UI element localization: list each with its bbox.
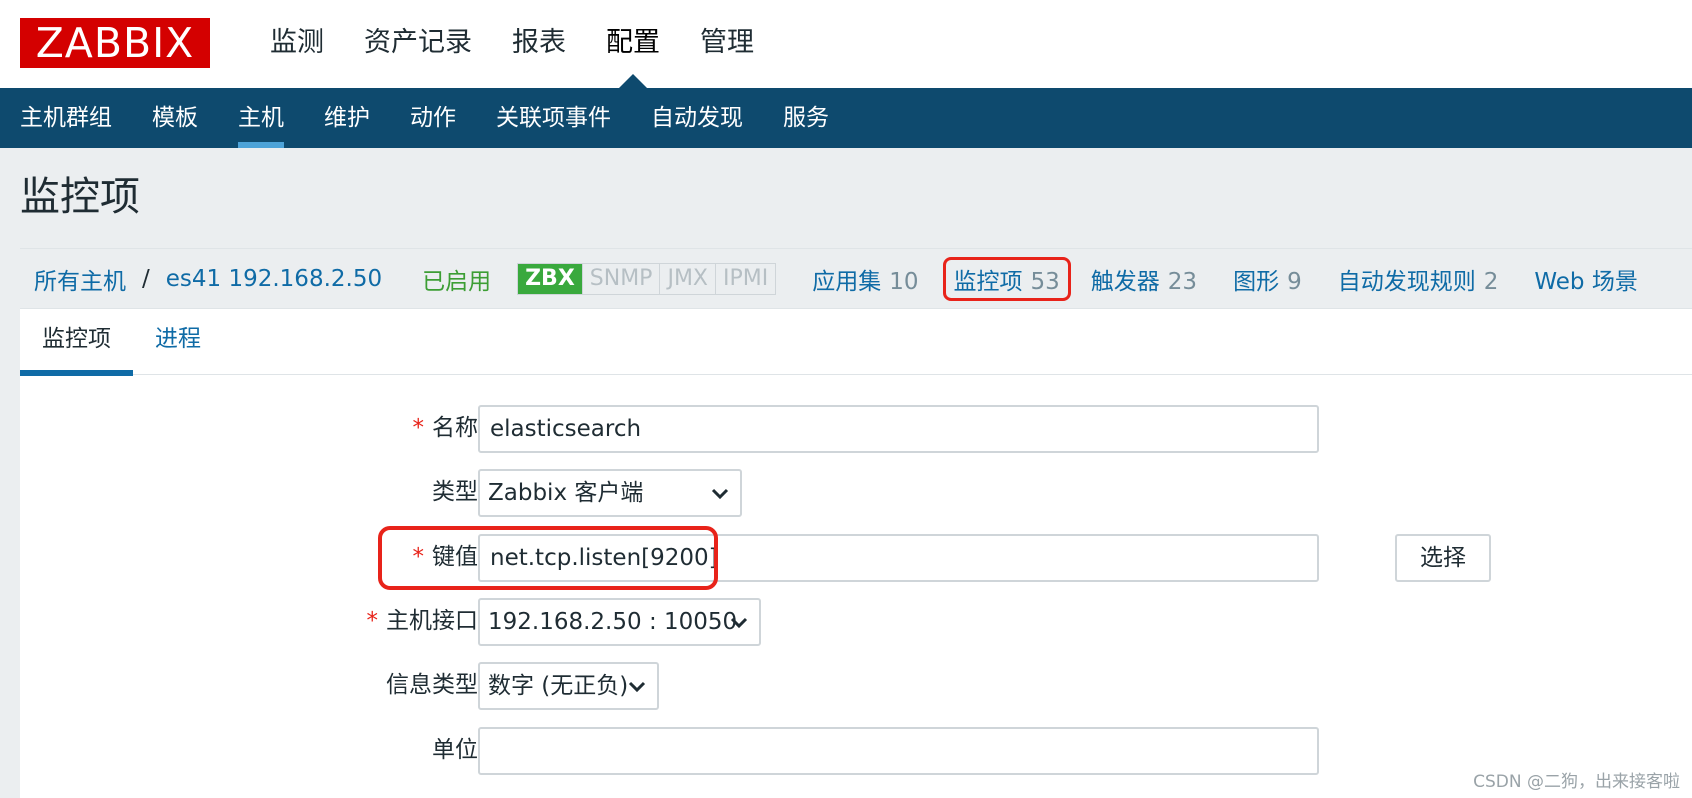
- key-label: * 键值: [413, 534, 479, 582]
- tab-item[interactable]: 监控项: [20, 309, 133, 376]
- info-type-select[interactable]: 数字 (无正负): [478, 662, 659, 710]
- main-nav-reports[interactable]: 报表: [492, 0, 586, 88]
- availability-zbx: ZBX: [518, 263, 582, 294]
- host-status-enabled[interactable]: 已启用: [422, 262, 491, 296]
- form-row-units: 单位: [20, 727, 1692, 775]
- sub-nav: 主机群组 模板 主机 维护 动作 关联项事件 自动发现 服务: [0, 88, 1692, 148]
- page-title: 监控项: [20, 174, 140, 220]
- form-row-name: * 名称 elasticsearch: [20, 405, 1692, 453]
- tab-label: 图形: [1233, 268, 1280, 295]
- tab-preprocessing[interactable]: 进程: [133, 309, 223, 375]
- subnav-host-groups[interactable]: 主机群组: [0, 88, 132, 148]
- chevron-down-icon: [628, 681, 646, 693]
- availability-indicators: ZBX SNMP JMX IPMI: [517, 262, 777, 295]
- units-label: 单位: [432, 737, 478, 763]
- form-row-interface: * 主机接口 192.168.2.50 : 10050: [20, 598, 1692, 646]
- subnav-services[interactable]: 服务: [763, 88, 849, 148]
- item-form-panel: 监控项 进程 * 名称 elasticsearch 类型 Zabbix 客户端 *…: [20, 308, 1692, 798]
- subnav-discovery[interactable]: 自动发现: [631, 88, 763, 148]
- zabbix-logo[interactable]: ZABBIX: [20, 18, 210, 68]
- tab-label: 应用集: [812, 268, 882, 295]
- info-type-select-value: 数字 (无正负): [488, 673, 629, 699]
- host-tab-applications[interactable]: 应用集 10: [812, 262, 918, 296]
- subnav-hosts[interactable]: 主机: [218, 88, 304, 148]
- main-nav-configuration[interactable]: 配置: [586, 0, 680, 88]
- select-key-button[interactable]: 选择: [1395, 534, 1491, 582]
- tab-label: 触发器: [1090, 268, 1160, 295]
- tab-count: 9: [1287, 268, 1302, 295]
- name-label: * 名称: [413, 405, 479, 453]
- interface-label: * 主机接口: [367, 598, 479, 646]
- subnav-templates[interactable]: 模板: [132, 88, 218, 148]
- breadcrumb: 所有主机 / es41 192.168.2.50 已启用 ZBX SNMP JM…: [20, 248, 1692, 308]
- breadcrumb-all-hosts[interactable]: 所有主机: [34, 262, 126, 296]
- breadcrumb-host[interactable]: es41 192.168.2.50: [166, 266, 382, 292]
- subnav-event-correlation[interactable]: 关联项事件: [476, 88, 631, 148]
- interface-label-text: 主机接口: [386, 608, 478, 634]
- chevron-down-icon: [711, 488, 729, 500]
- host-tab-discovery-rules[interactable]: 自动发现规则 2: [1338, 262, 1499, 296]
- main-nav-inventory[interactable]: 资产记录: [344, 0, 492, 88]
- tab-count: 23: [1167, 268, 1198, 295]
- form-tabs: 监控项 进程: [20, 309, 1692, 376]
- name-label-text: 名称: [432, 415, 478, 441]
- tab-label: Web 场景: [1534, 268, 1638, 295]
- key-label-text: 键值: [432, 544, 478, 570]
- form-row-info-type: 信息类型 数字 (无正负): [20, 662, 1692, 710]
- type-select-value: Zabbix 客户端: [488, 480, 644, 506]
- subnav-actions[interactable]: 动作: [390, 88, 476, 148]
- subnav-maintenance[interactable]: 维护: [304, 88, 390, 148]
- required-mark: *: [412, 544, 425, 570]
- required-mark: *: [366, 608, 379, 634]
- availability-snmp: SNMP: [581, 263, 660, 294]
- units-input[interactable]: [478, 727, 1319, 775]
- availability-jmx: JMX: [659, 263, 715, 294]
- interface-select-value: 192.168.2.50 : 10050: [488, 609, 738, 635]
- main-nav-monitoring[interactable]: 监测: [250, 0, 344, 88]
- tab-count: 10: [889, 268, 919, 295]
- form-row-key: * 键值 net.tcp.listen[9200] 选择: [20, 534, 1692, 582]
- required-mark: *: [412, 415, 425, 441]
- chevron-down-icon: [730, 617, 748, 629]
- top-header: ZABBIX 监测 资产记录 报表 配置 管理: [0, 0, 1692, 88]
- breadcrumb-separator: /: [142, 265, 150, 292]
- interface-select[interactable]: 192.168.2.50 : 10050: [478, 598, 761, 646]
- tab-count: 2: [1483, 268, 1499, 295]
- host-tab-triggers[interactable]: 触发器 23: [1091, 262, 1197, 296]
- info-type-label: 信息类型: [386, 672, 478, 698]
- tab-label: 监控项: [953, 268, 1023, 295]
- availability-ipmi: IPMI: [715, 263, 775, 294]
- host-tab-items[interactable]: 监控项 53: [942, 256, 1071, 301]
- main-nav-administration[interactable]: 管理: [680, 0, 774, 88]
- host-tab-graphs[interactable]: 图形 9: [1233, 262, 1302, 296]
- tab-label: 自动发现规则: [1337, 268, 1476, 295]
- type-label: 类型: [432, 479, 478, 505]
- watermark: CSDN @二狗，出来接客啦: [1473, 772, 1680, 792]
- form-row-type: 类型 Zabbix 客户端: [20, 469, 1692, 517]
- key-input[interactable]: net.tcp.listen[9200]: [478, 534, 1319, 582]
- name-input[interactable]: elasticsearch: [478, 405, 1319, 453]
- main-nav: 监测 资产记录 报表 配置 管理: [250, 0, 774, 88]
- type-select[interactable]: Zabbix 客户端: [478, 469, 742, 517]
- host-tab-web-scenarios[interactable]: Web 场景: [1534, 262, 1637, 296]
- tab-count: 53: [1030, 268, 1060, 295]
